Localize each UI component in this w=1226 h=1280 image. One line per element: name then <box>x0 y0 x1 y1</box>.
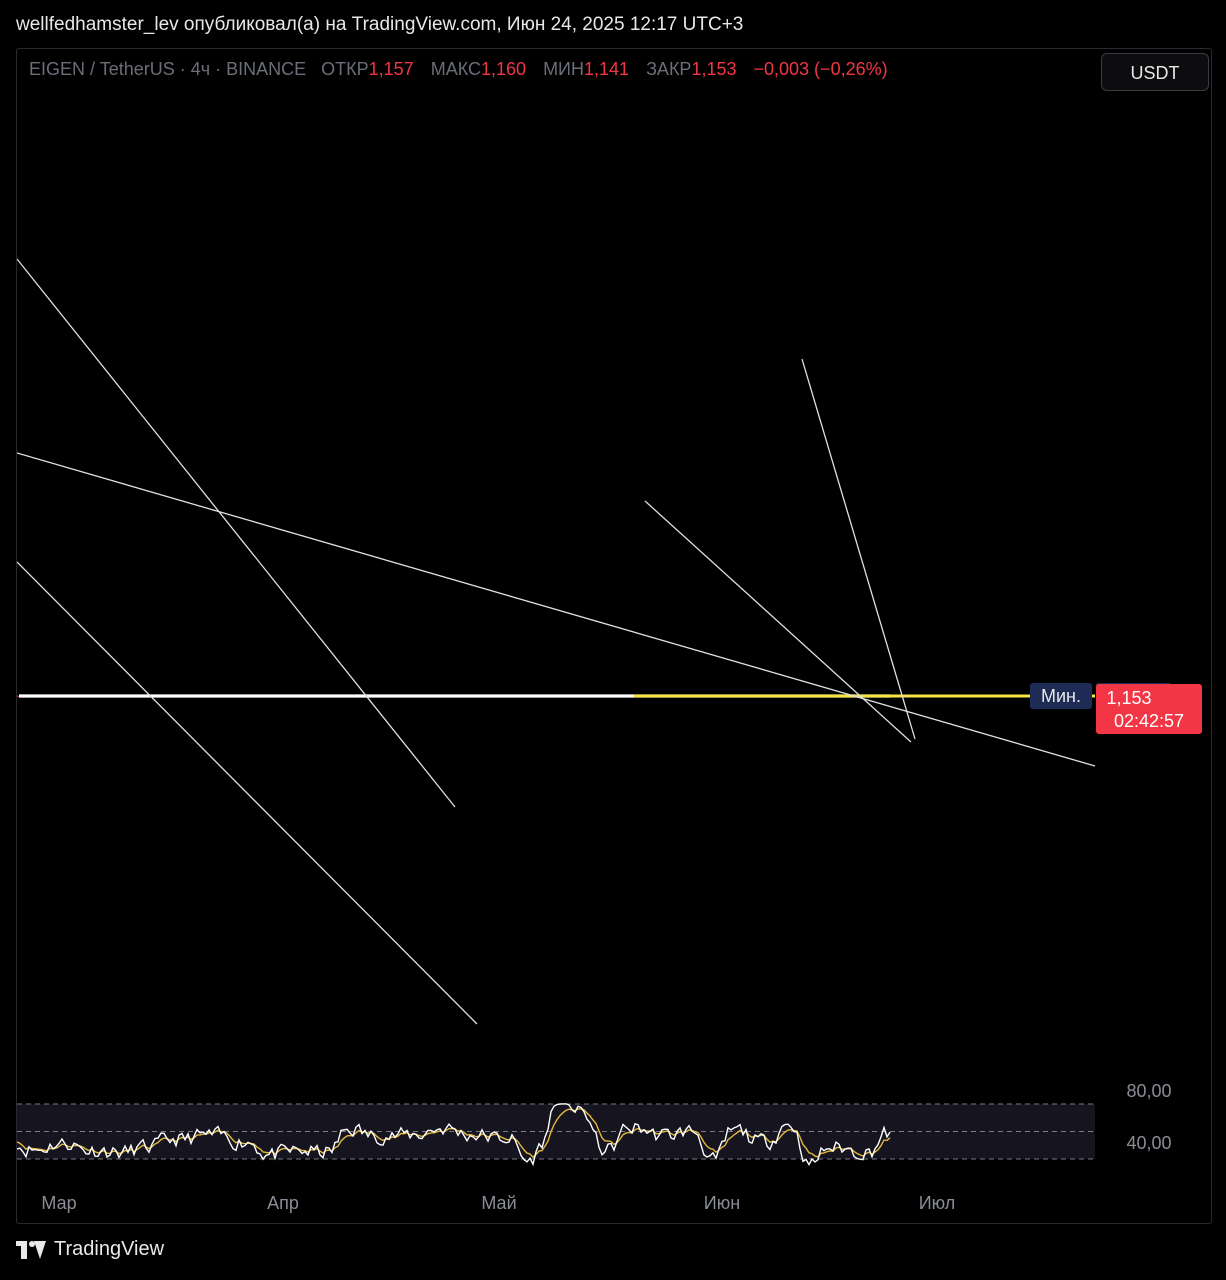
time-axis-label: Июл <box>919 1193 956 1213</box>
chart-frame: 2,4002,0001,8001,6001,4501,3001,2001,000… <box>16 48 1212 1224</box>
low-value: 1,141 <box>584 59 630 79</box>
tradingview-logo-icon <box>16 1240 46 1259</box>
current-price-value: 1,153 <box>1106 688 1151 708</box>
low-label: МИН <box>543 59 584 79</box>
high-label: МАКС <box>430 59 481 79</box>
time-axis-label: Июн <box>704 1193 740 1213</box>
trendline-2 <box>17 561 478 1025</box>
publish-header: wellfedhamster_lev опубликовал(а) на Tra… <box>16 14 744 35</box>
trendline-4 <box>644 500 912 743</box>
rsi-tick-label: 40,00 <box>1126 1133 1171 1153</box>
time-axis-label: Май <box>481 1193 516 1213</box>
close-value: 1,153 <box>691 59 737 79</box>
price-badge-label: Мин. <box>1041 686 1081 706</box>
close-label: ЗАКР <box>646 59 692 79</box>
current-price-countdown: 02:42:57 <box>1114 711 1184 731</box>
symbol-name[interactable]: EIGEN / TetherUS · 4ч · BINANCE <box>29 59 306 79</box>
tradingview-footer: TradingView <box>16 1238 164 1261</box>
rsi-tick-label: 80,00 <box>1126 1081 1171 1101</box>
time-axis-label: Мар <box>41 1193 76 1213</box>
symbol-legend: EIGEN / TetherUS · 4ч · BINANCE ОТКР1,15… <box>29 59 888 80</box>
currency-button[interactable]: USDT <box>1101 53 1209 91</box>
trendline-3 <box>17 452 1096 767</box>
trendline-5 <box>801 358 916 740</box>
change-value: −0,003 (−0,26%) <box>753 59 888 79</box>
open-value: 1,157 <box>368 59 414 79</box>
trendline-1 <box>17 258 456 808</box>
current-price-badge: 1,153 02:42:57 <box>1096 684 1202 734</box>
rsi-band <box>17 1104 1095 1159</box>
price-chart[interactable]: 2,4002,0001,8001,6001,4501,3001,2001,000… <box>17 49 1211 1223</box>
footer-brand: TradingView <box>54 1238 165 1260</box>
open-label: ОТКР <box>321 59 369 79</box>
high-value: 1,160 <box>481 59 527 79</box>
time-axis-label: Апр <box>267 1193 299 1213</box>
